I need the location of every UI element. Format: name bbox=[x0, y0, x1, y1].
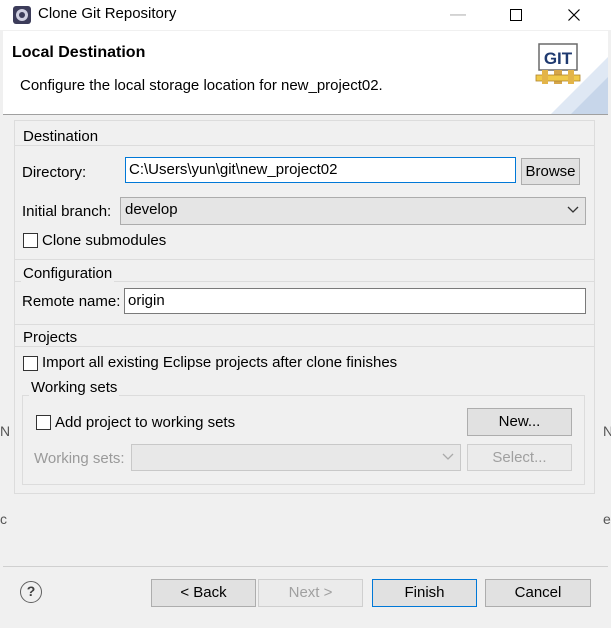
page-description: Configure the local storage location for… bbox=[20, 77, 383, 94]
select-working-sets-button[interactable]: Select... bbox=[467, 444, 572, 471]
back-button[interactable]: < Back bbox=[151, 579, 256, 607]
directory-label: Directory: bbox=[22, 164, 87, 181]
footer-separator bbox=[3, 566, 608, 567]
working-sets-label: Working sets: bbox=[34, 450, 125, 467]
minimize-button[interactable]: — bbox=[435, 0, 481, 30]
directory-input[interactable]: C:\Users\yun\git\new_project02 bbox=[125, 157, 516, 183]
help-icon[interactable]: ? bbox=[20, 581, 42, 603]
new-working-set-button[interactable]: New... bbox=[467, 408, 572, 436]
page-title: Local Destination bbox=[12, 44, 146, 61]
git-logo-text: GIT bbox=[544, 49, 573, 68]
configuration-group-label: Configuration bbox=[21, 265, 115, 282]
background-glyph: N bbox=[603, 423, 611, 439]
background-glyph: e bbox=[603, 511, 611, 527]
git-logo-icon: GIT bbox=[530, 37, 608, 115]
projects-group-label: Projects bbox=[21, 329, 80, 346]
import-projects-label: Import all existing Eclipse projects aft… bbox=[42, 354, 398, 371]
next-button[interactable]: Next > bbox=[258, 579, 363, 607]
initial-branch-select[interactable]: develop bbox=[120, 197, 586, 225]
window-title: Clone Git Repository bbox=[38, 5, 177, 22]
eclipse-app-icon bbox=[12, 5, 32, 25]
import-projects-checkbox[interactable] bbox=[23, 356, 38, 371]
close-button[interactable] bbox=[551, 0, 597, 30]
browse-button[interactable]: Browse bbox=[521, 158, 580, 185]
add-to-working-sets-checkbox[interactable] bbox=[36, 415, 51, 430]
clone-submodules-label: Clone submodules bbox=[42, 232, 167, 249]
add-to-working-sets-label: Add project to working sets bbox=[55, 414, 236, 431]
header-separator bbox=[3, 114, 608, 115]
initial-branch-value: develop bbox=[125, 201, 178, 218]
remote-name-label: Remote name: bbox=[22, 293, 121, 310]
chevron-down-icon bbox=[567, 202, 579, 219]
background-glyph: N bbox=[0, 423, 11, 439]
initial-branch-label: Initial branch: bbox=[22, 203, 112, 220]
clone-submodules-checkbox[interactable] bbox=[23, 233, 38, 248]
cancel-button[interactable]: Cancel bbox=[485, 579, 591, 607]
destination-group-label: Destination bbox=[21, 128, 101, 145]
maximize-button[interactable] bbox=[493, 0, 539, 30]
finish-button[interactable]: Finish bbox=[372, 579, 477, 607]
maximize-icon bbox=[510, 8, 522, 21]
background-glyph: c bbox=[0, 511, 7, 527]
working-sets-group-label: Working sets bbox=[29, 379, 120, 396]
close-icon bbox=[568, 8, 580, 21]
chevron-down-icon bbox=[442, 449, 454, 466]
working-sets-select[interactable] bbox=[131, 444, 461, 471]
remote-name-input[interactable]: origin bbox=[124, 288, 586, 314]
